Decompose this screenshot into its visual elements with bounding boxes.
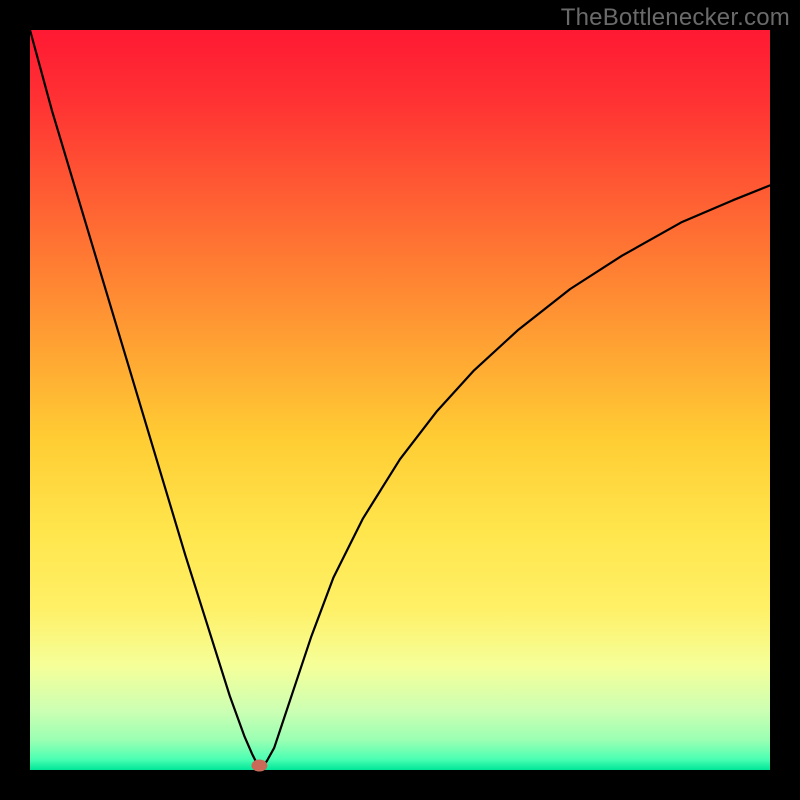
attribution-label: TheBottlenecker.com <box>561 4 790 32</box>
bottleneck-chart <box>0 0 800 800</box>
plot-background <box>30 30 770 770</box>
optimal-marker <box>251 760 267 772</box>
chart-frame: TheBottlenecker.com <box>0 0 800 800</box>
